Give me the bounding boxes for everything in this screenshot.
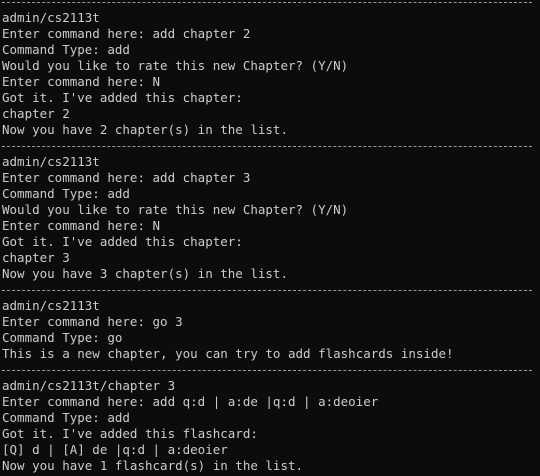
command-input-line: Enter command here: go 3: [2, 314, 183, 329]
prompt-path: admin/cs2113t: [2, 298, 100, 313]
command-type-line: Command Type: go: [2, 330, 123, 345]
separator-line: [2, 138, 538, 154]
flashcard-line: [Q] d | [A] de |q:d | a:deoier: [2, 442, 228, 457]
separator-line: [2, 282, 538, 298]
confirmation-line: Got it. I've added this flashcard:: [2, 426, 258, 441]
command-type-line: Command Type: add: [2, 410, 130, 425]
command-type-line: Command Type: add: [2, 186, 130, 201]
count-line: Now you have 3 chapter(s) in the list.: [2, 266, 288, 281]
confirmation-line: Got it. I've added this chapter:: [2, 90, 243, 105]
rating-question-line: Would you like to rate this new Chapter?…: [2, 58, 349, 73]
command-input-line: Enter command here: add chapter 3: [2, 170, 251, 185]
rating-question-line: Would you like to rate this new Chapter?…: [2, 202, 349, 217]
prompt-path: admin/cs2113t: [2, 10, 100, 25]
chapter-name-line: chapter 2: [2, 106, 70, 121]
chapter-name-line: chapter 3: [2, 250, 70, 265]
terminal-window[interactable]: admin/cs2113t Enter command here: add ch…: [0, 0, 540, 476]
console-output: admin/cs2113t Enter command here: add ch…: [2, 0, 538, 474]
command-input-line: Enter command here: N: [2, 74, 161, 89]
command-input-line: Enter command here: N: [2, 218, 161, 233]
command-input-line: Enter command here: add chapter 2: [2, 26, 251, 41]
separator-line: [2, 362, 538, 378]
separator-line: [2, 0, 538, 10]
confirmation-line: Got it. I've added this chapter:: [2, 234, 243, 249]
info-message-line: This is a new chapter, you can try to ad…: [2, 346, 454, 361]
count-line: Now you have 2 chapter(s) in the list.: [2, 122, 288, 137]
command-type-line: Command Type: add: [2, 42, 130, 57]
prompt-path: admin/cs2113t: [2, 154, 100, 169]
command-input-line: Enter command here: add q:d | a:de |q:d …: [2, 394, 379, 409]
prompt-path: admin/cs2113t/chapter 3: [2, 378, 176, 393]
count-line: Now you have 1 flashcard(s) in the list.: [2, 458, 304, 473]
